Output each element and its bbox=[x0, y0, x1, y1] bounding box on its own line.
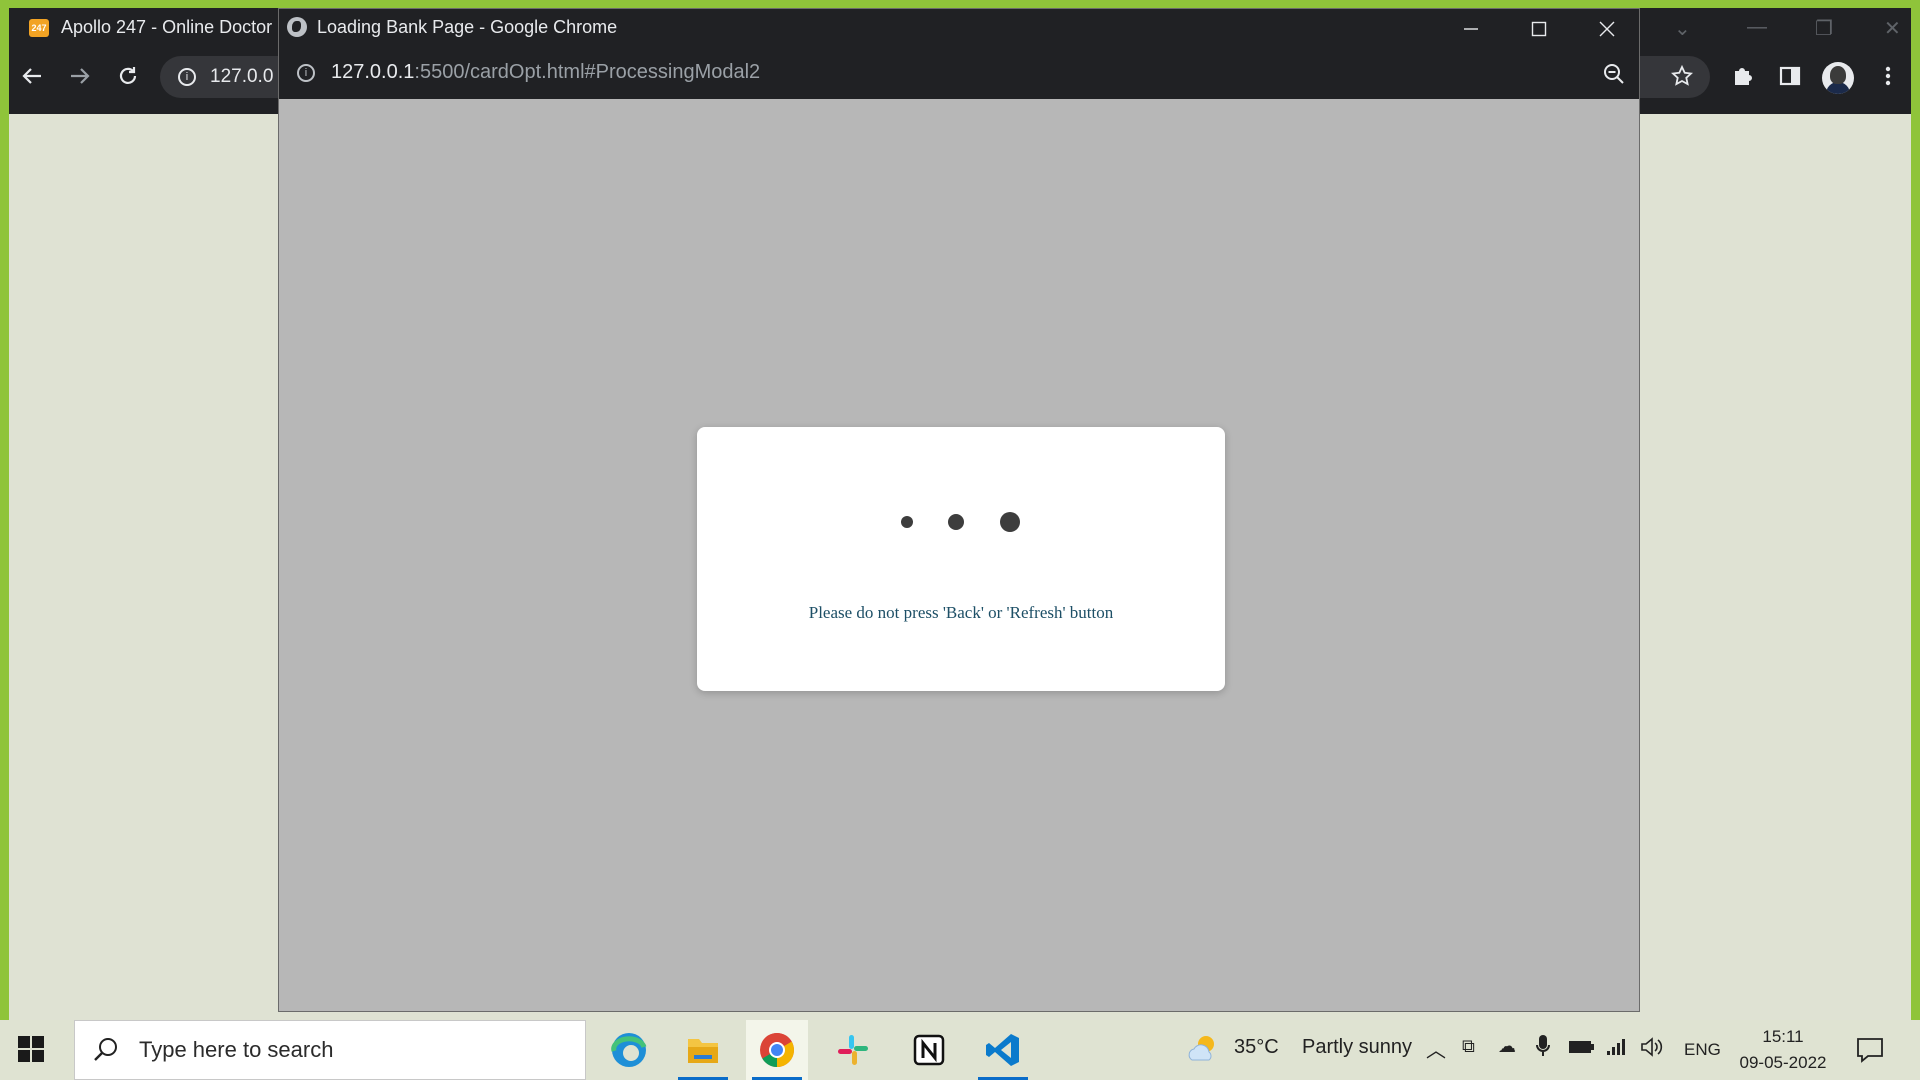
taskbar-notion[interactable] bbox=[898, 1020, 960, 1080]
vscode-icon bbox=[986, 1034, 1019, 1066]
extensions-button[interactable] bbox=[1724, 58, 1760, 94]
language-indicator[interactable]: ENG bbox=[1684, 1040, 1721, 1060]
weather-widget[interactable] bbox=[1186, 1034, 1220, 1069]
zoom-button[interactable] bbox=[1603, 63, 1625, 90]
volume-icon[interactable] bbox=[1640, 1036, 1664, 1064]
puzzle-icon bbox=[1735, 68, 1752, 85]
popup-url[interactable]: 127.0.0.1:5500/cardOpt.html#ProcessingMo… bbox=[331, 61, 760, 84]
bookmark-button[interactable] bbox=[1664, 58, 1700, 94]
popup-urlbar[interactable]: i 127.0.0.1:5500/cardOpt.html#Processing… bbox=[279, 49, 1639, 99]
taskbar-vscode[interactable] bbox=[972, 1020, 1034, 1080]
start-button[interactable] bbox=[18, 1036, 48, 1066]
globe-icon bbox=[287, 17, 307, 37]
menu-button[interactable] bbox=[1870, 58, 1906, 94]
weather-temp[interactable]: 35°C bbox=[1234, 1036, 1279, 1059]
apollo-favicon-icon: 247 bbox=[29, 18, 49, 37]
close-icon bbox=[1599, 21, 1615, 37]
minimize-icon bbox=[1464, 28, 1478, 30]
arrow-left-icon bbox=[22, 68, 41, 84]
taskbar-edge[interactable] bbox=[598, 1020, 660, 1080]
url-host: 127.0.0.1 bbox=[331, 61, 415, 83]
side-panel-button[interactable] bbox=[1772, 58, 1808, 94]
maximize-icon bbox=[1531, 21, 1547, 37]
info-icon: i bbox=[178, 68, 196, 86]
profile-avatar[interactable] bbox=[1822, 62, 1854, 94]
bg-omnibox-text: 127.0.0 bbox=[210, 66, 274, 87]
url-path: :5500/cardOpt.html#ProcessingModal2 bbox=[414, 61, 761, 83]
bg-tab-apollo[interactable]: 247 Apollo 247 - Online Doctor bbox=[29, 17, 272, 38]
loading-dot-3 bbox=[1000, 512, 1020, 532]
close-icon[interactable]: ✕ bbox=[1884, 16, 1901, 41]
popup-content-overlay: Please do not press 'Back' or 'Refresh' … bbox=[279, 99, 1639, 1011]
forward-button[interactable] bbox=[62, 58, 98, 94]
microphone-icon[interactable] bbox=[1536, 1034, 1550, 1064]
notification-center-button[interactable] bbox=[1856, 1036, 1884, 1069]
popup-title: Loading Bank Page - Google Chrome bbox=[317, 17, 618, 37]
zoom-out-icon bbox=[1604, 64, 1624, 84]
popup-titlebar: Loading Bank Page - Google Chrome bbox=[279, 9, 1639, 49]
taskbar-file-explorer[interactable] bbox=[672, 1020, 734, 1080]
loading-dot-1 bbox=[901, 516, 913, 528]
taskbar-slack[interactable] bbox=[822, 1020, 884, 1080]
search-icon bbox=[94, 1038, 117, 1061]
info-icon[interactable]: i bbox=[297, 64, 315, 82]
taskbar-chrome[interactable] bbox=[746, 1020, 808, 1080]
reload-icon bbox=[119, 67, 137, 84]
search-placeholder: Type here to search bbox=[139, 1037, 334, 1062]
folder-icon bbox=[688, 1039, 718, 1063]
partly-sunny-icon bbox=[1188, 1036, 1214, 1061]
popup-browser-window: Loading Bank Page - Google Chrome i 127.… bbox=[278, 8, 1640, 1012]
restore-icon[interactable]: ❐ bbox=[1815, 16, 1833, 41]
arrow-right-icon bbox=[71, 68, 90, 84]
popup-close-button[interactable] bbox=[1573, 9, 1641, 49]
popup-maximize-button[interactable] bbox=[1505, 9, 1573, 49]
bg-tab-title: Apollo 247 - Online Doctor bbox=[61, 17, 273, 37]
reload-button[interactable] bbox=[110, 58, 146, 94]
weather-desc[interactable]: Partly sunny bbox=[1302, 1036, 1412, 1059]
bg-omnibox[interactable]: i 127.0.0 bbox=[160, 56, 280, 98]
meet-now-icon[interactable]: ⧉ bbox=[1462, 1036, 1475, 1057]
battery-icon[interactable] bbox=[1568, 1038, 1594, 1062]
clock-date: 09-05-2022 bbox=[1739, 1053, 1827, 1072]
kebab-menu-icon bbox=[1885, 66, 1891, 86]
edge-icon bbox=[611, 1033, 647, 1067]
chrome-icon bbox=[760, 1033, 794, 1067]
chevron-up-icon[interactable]: ︿ bbox=[1426, 1034, 1446, 1063]
processing-message: Please do not press 'Back' or 'Refresh' … bbox=[808, 603, 1114, 622]
taskbar-search-box[interactable]: Type here to search bbox=[74, 1020, 586, 1080]
side-panel-icon bbox=[1779, 66, 1801, 86]
star-icon bbox=[1671, 65, 1693, 86]
system-clock[interactable]: 15:11 09-05-2022 bbox=[1730, 1024, 1836, 1076]
chevron-down-icon[interactable]: ⌄ bbox=[1674, 16, 1691, 41]
minimize-icon[interactable]: — bbox=[1747, 16, 1767, 39]
notification-icon bbox=[1857, 1038, 1883, 1063]
clock-time: 15:11 bbox=[1762, 1027, 1804, 1046]
cloud-offline-icon[interactable]: ☁ bbox=[1498, 1036, 1516, 1057]
back-button[interactable] bbox=[14, 58, 50, 94]
notion-icon bbox=[913, 1034, 945, 1066]
slack-icon bbox=[838, 1035, 868, 1065]
processing-modal: Please do not press 'Back' or 'Refresh' … bbox=[697, 427, 1225, 691]
loading-dot-2 bbox=[948, 514, 964, 530]
popup-minimize-button[interactable] bbox=[1437, 9, 1505, 49]
network-icon[interactable] bbox=[1606, 1038, 1626, 1062]
windows-logo-icon bbox=[18, 1036, 44, 1062]
